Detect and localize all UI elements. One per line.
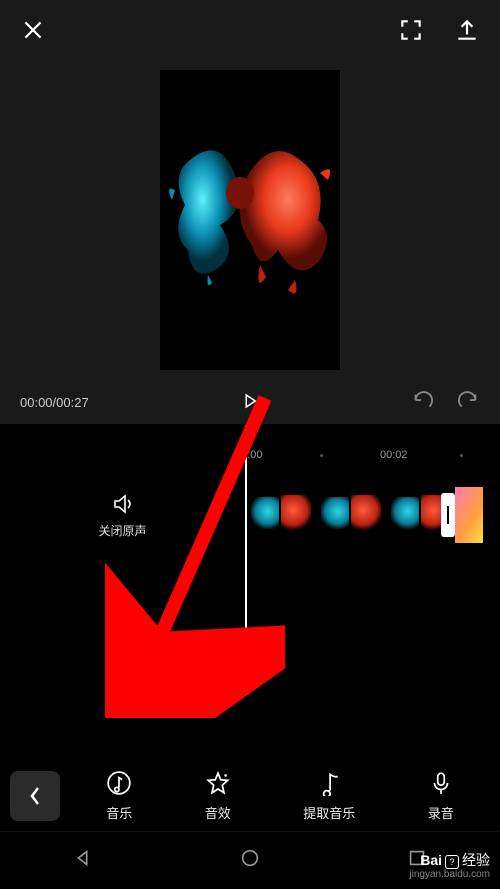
ruler-dot (320, 454, 323, 457)
preview-area[interactable] (0, 60, 500, 380)
watermark-brand-prefix: Bai (420, 852, 442, 868)
clip-end-handle[interactable] (441, 493, 455, 537)
timeline[interactable]: 00:00 00:02 关闭原声 (0, 425, 500, 760)
tool-extract-label: 提取音乐 (303, 803, 355, 822)
fullscreen-button[interactable] (398, 17, 424, 43)
ruler-tick-0: 00:00 (235, 449, 263, 461)
sparkle-star-icon (205, 770, 231, 796)
ruler-tick-2: 00:02 (380, 449, 408, 461)
export-icon (454, 17, 480, 43)
chevron-left-icon (28, 786, 42, 806)
close-icon (20, 17, 46, 43)
clip-thumb[interactable] (315, 487, 385, 543)
tool-music[interactable]: 音乐 (106, 770, 132, 822)
microphone-icon (428, 770, 454, 796)
nav-home[interactable] (239, 847, 261, 874)
play-icon (241, 392, 259, 410)
music-note-icon (106, 770, 132, 796)
watermark-url: jingyan.baidu.com (409, 869, 490, 881)
ruler-dot (460, 454, 463, 457)
undo-button[interactable] (411, 390, 433, 415)
tool-music-label: 音乐 (106, 803, 132, 822)
triangle-back-icon (72, 847, 94, 869)
system-navbar: Bai?经验 jingyan.baidu.com (0, 831, 500, 889)
watermark-brand: Bai?经验 (409, 852, 490, 869)
clip-strip[interactable] (245, 487, 483, 543)
undo-icon (411, 390, 433, 412)
redo-icon (458, 390, 480, 412)
tool-sound-effects[interactable]: 音效 (205, 770, 231, 822)
preview-image (160, 70, 340, 370)
tiktok-note-icon (316, 770, 342, 796)
tool-record-label: 录音 (428, 803, 454, 822)
clip-thumb-next[interactable] (455, 487, 483, 543)
toolbar-back-button[interactable] (10, 771, 60, 821)
watermark: Bai?经验 jingyan.baidu.com (409, 852, 490, 881)
mute-original-button[interactable]: 关闭原声 (0, 492, 245, 539)
top-bar-right (398, 17, 480, 43)
export-button[interactable] (454, 17, 480, 43)
close-button[interactable] (20, 17, 46, 43)
time-display: 00:00/00:27 (20, 395, 89, 410)
mute-label: 关闭原声 (98, 522, 146, 539)
video-track: 关闭原声 (0, 480, 500, 550)
tool-effects-label: 音效 (205, 803, 231, 822)
watermark-brand-suffix: 经验 (462, 852, 490, 868)
nav-back[interactable] (72, 847, 94, 874)
player-controls: 00:00/00:27 (0, 380, 500, 425)
audio-toolbar: 音乐 音效 提取音乐 录音 (0, 761, 500, 831)
playhead[interactable] (245, 425, 247, 655)
tool-record[interactable]: 录音 (428, 770, 454, 822)
tool-extract-music[interactable]: 提取音乐 (303, 770, 355, 822)
circle-home-icon (239, 847, 261, 869)
speaker-icon (111, 492, 135, 516)
preview-frame (160, 70, 340, 370)
redo-button[interactable] (458, 390, 480, 415)
play-button[interactable] (241, 392, 259, 413)
fullscreen-icon (398, 17, 424, 43)
undo-redo-group (411, 390, 480, 415)
timeline-ruler: 00:00 00:02 (0, 445, 500, 465)
top-bar (0, 0, 500, 60)
clip-thumb[interactable] (245, 487, 315, 543)
